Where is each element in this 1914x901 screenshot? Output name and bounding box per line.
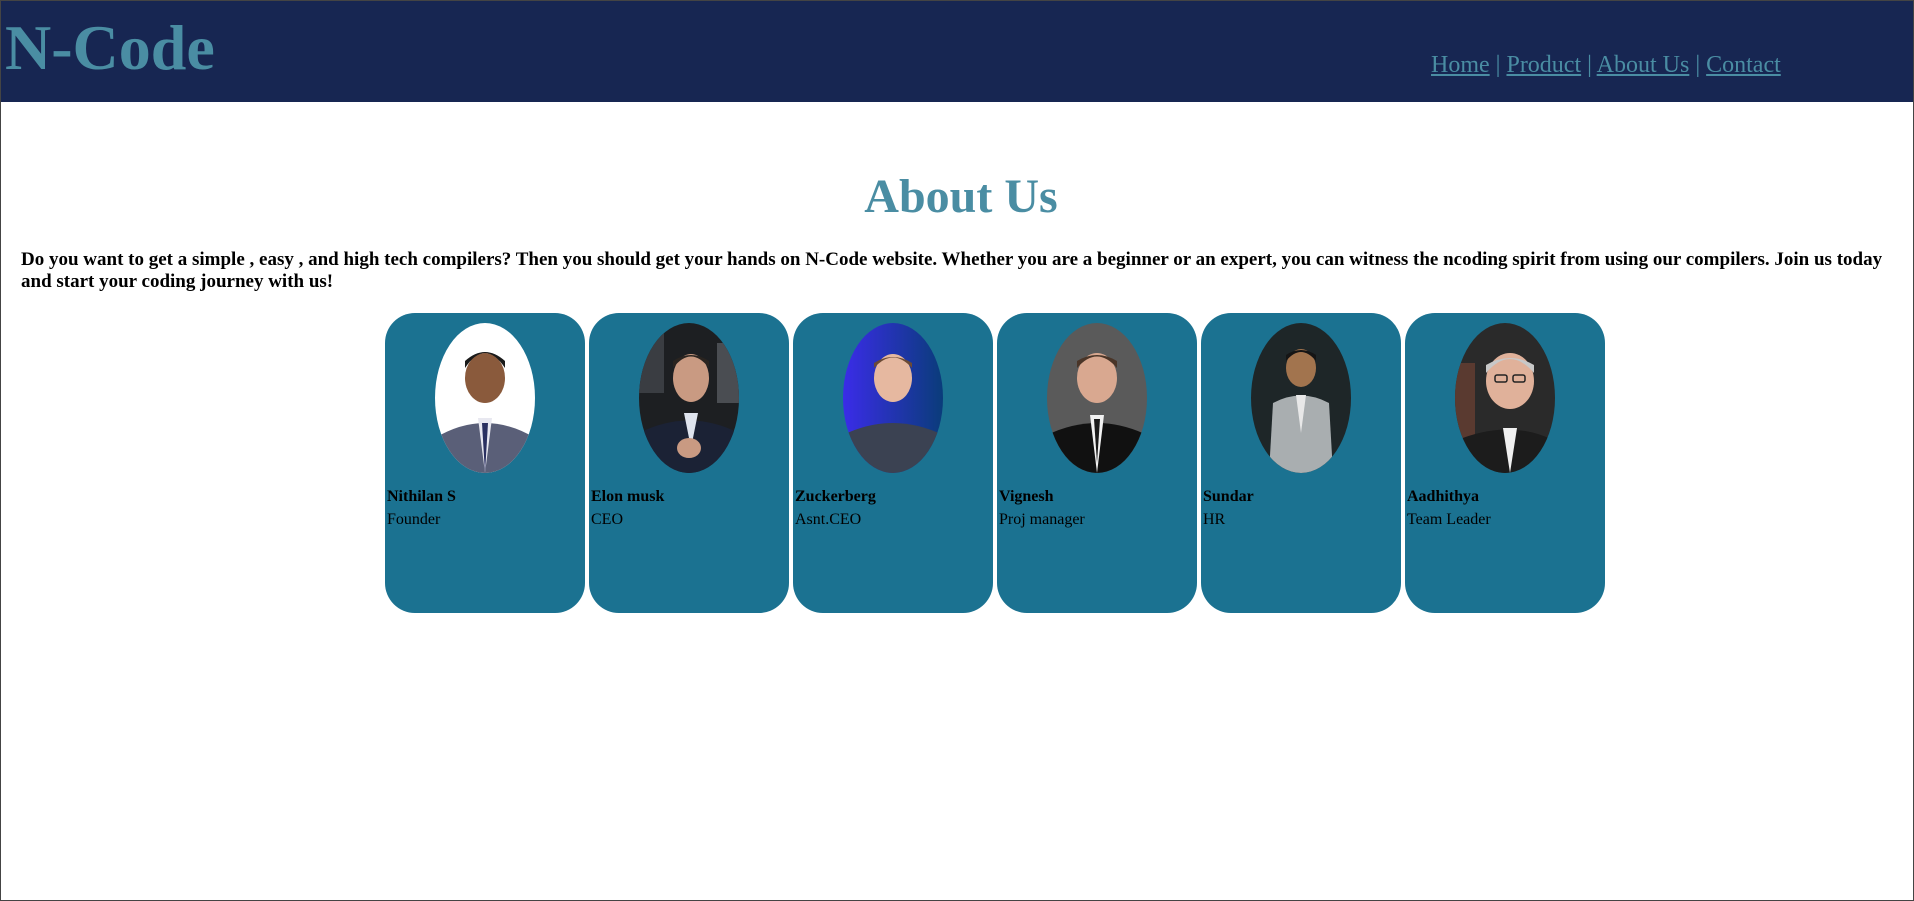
team-card[interactable]: Nithilan S Founder [385,313,585,613]
person-photo-icon [1047,323,1147,473]
person-photo-icon [435,323,535,473]
nav-link-about[interactable]: About Us [1597,52,1690,78]
nav-separator: | [1695,52,1701,78]
team-card[interactable]: Sundar HR [1201,313,1401,613]
team-card[interactable]: Vignesh Proj manager [997,313,1197,613]
site-header: N-Code Home | Product | About Us | Conta… [1,1,1913,102]
nav-separator: | [1587,52,1592,78]
member-role: CEO [591,511,623,528]
team-card[interactable]: Elon musk CEO [589,313,789,613]
member-role: Asnt.CEO [795,511,862,528]
member-role: Founder [387,511,441,528]
team-card[interactable]: Aadhithya Team Leader [1405,313,1605,613]
main-nav: Home | Product | About Us | Contact [1431,53,1781,77]
team-cards: Nithilan S Founder Elon musk CEO Zuckerb… [385,313,1605,613]
member-name: Elon musk [591,488,665,505]
person-photo-icon [1455,323,1555,473]
nav-link-contact[interactable]: Contact [1706,52,1781,78]
member-name: Aadhithya [1407,488,1480,505]
member-name: Sundar [1203,488,1254,505]
person-photo-icon [1251,323,1351,473]
brand-logo[interactable]: N-Code [5,16,215,80]
member-role: HR [1203,511,1226,528]
page: N-Code Home | Product | About Us | Conta… [0,0,1914,901]
person-photo-icon [843,323,943,473]
intro-text: Do you want to get a simple , easy , and… [21,249,1883,292]
nav-link-product[interactable]: Product [1506,52,1581,78]
member-name: Nithilan S [387,488,456,505]
member-role: Proj manager [999,511,1085,528]
member-role: Team Leader [1407,511,1491,528]
member-name: Zuckerberg [795,488,876,505]
page-title: About Us [864,170,1058,223]
person-photo-icon [639,323,739,473]
nav-separator: | [1495,52,1501,78]
member-name: Vignesh [999,488,1054,505]
team-card[interactable]: Zuckerberg Asnt.CEO [793,313,993,613]
nav-link-home[interactable]: Home [1431,52,1490,78]
